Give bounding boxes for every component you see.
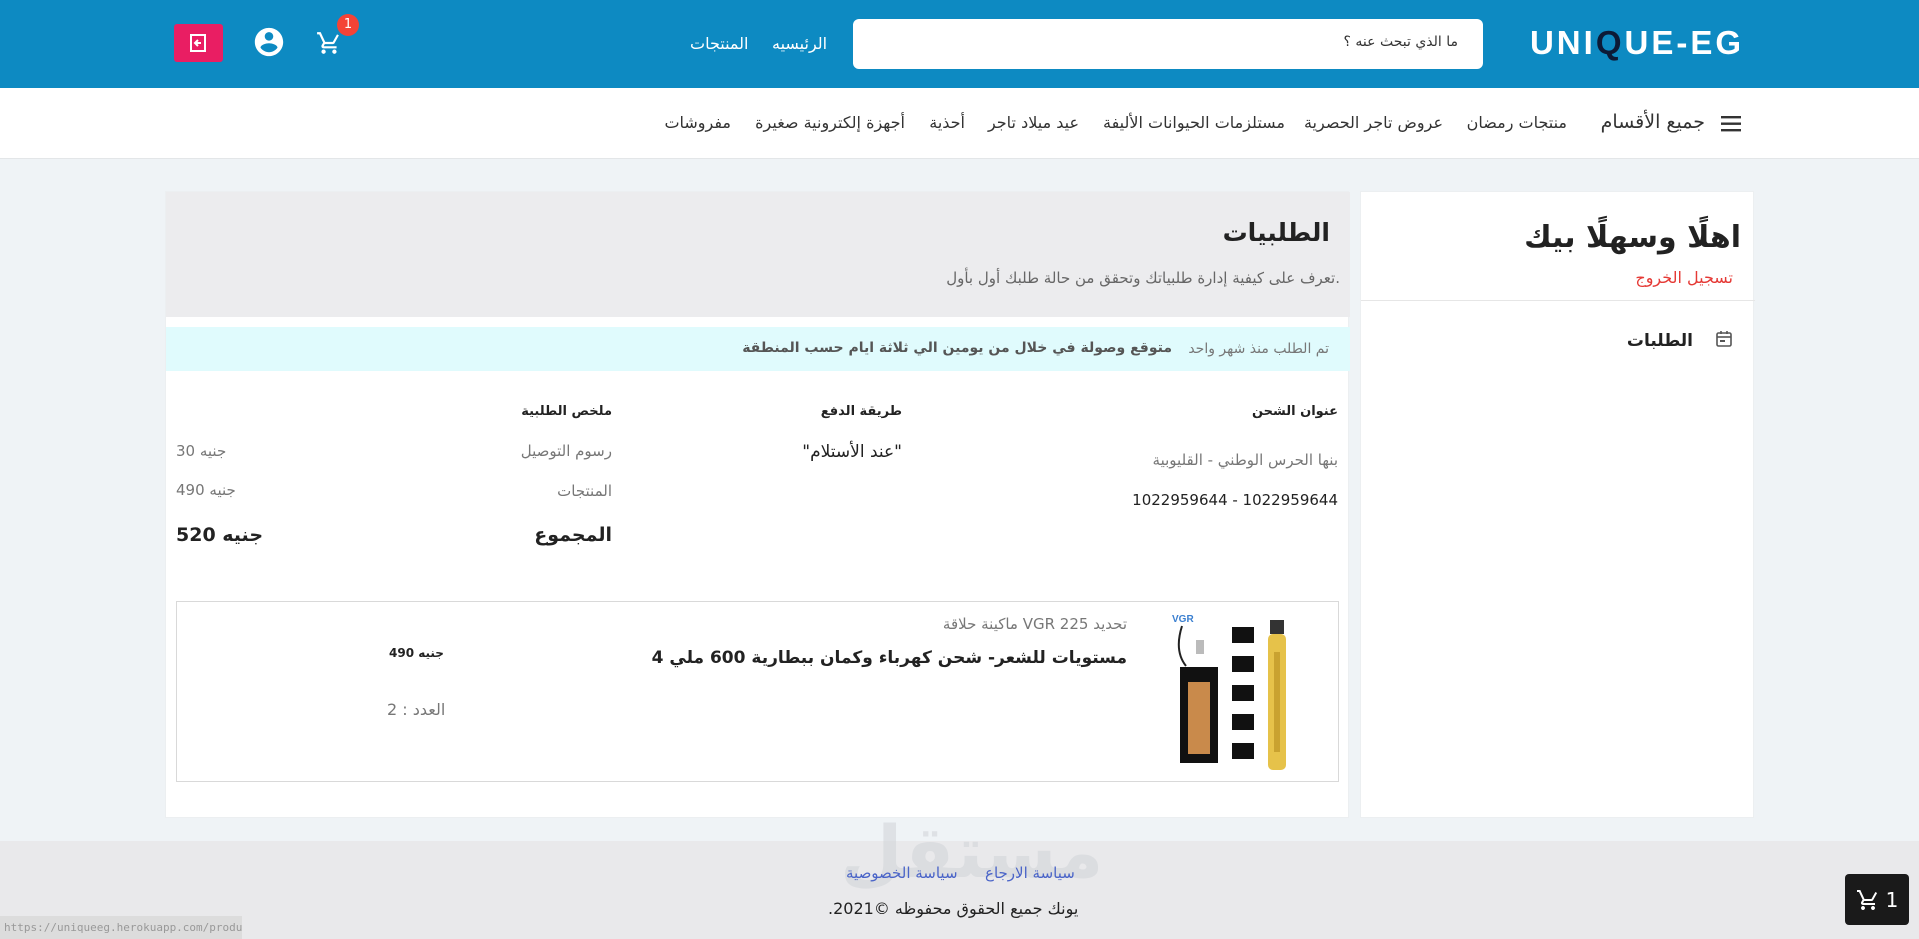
category-shoes[interactable]: أحذية — [929, 113, 965, 132]
logout-button[interactable] — [174, 24, 223, 62]
order-status-banner: تم الطلب منذ شهر واحد متوقع وصولة في خلا… — [166, 327, 1350, 371]
orders-panel: الطلبيات تعرف على كيفية إدارة طلبياتك وت… — [165, 191, 1350, 818]
cart-button[interactable] — [316, 30, 342, 60]
return-policy-link[interactable]: سياسة الارجاع — [985, 864, 1075, 882]
account-circle-icon — [254, 27, 284, 57]
nav-products-link[interactable]: المنتجات — [690, 34, 749, 53]
category-tajer-offers[interactable]: عروض تاجر الحصرية — [1304, 113, 1443, 132]
category-furnishings[interactable]: مفروشات — [664, 113, 731, 132]
category-birthday[interactable]: عيد ميلاد تاجر — [988, 113, 1079, 132]
product-image[interactable]: VGR — [1170, 612, 1310, 772]
products-value: 490 جنيه — [176, 481, 236, 499]
nav-home-link[interactable]: الرئيسيه — [772, 34, 827, 53]
category-electronics[interactable]: أجهزة إلكترونية صغيرة — [755, 113, 905, 132]
menu-button[interactable] — [1721, 115, 1743, 137]
shipping-address: بنها الحرس الوطني - القليوبية — [1152, 451, 1338, 469]
status-bar-url: https://uniqueeg.herokuapp.com/products — [0, 916, 242, 939]
shipping-label: عنوان الشحن — [1251, 404, 1338, 419]
search-input[interactable]: ما الذي تبحث عنه ؟ — [853, 19, 1483, 69]
account-sidebar: اهلًا وسهلًا بيك تسجيل الخروج الطلبات — [1360, 191, 1755, 818]
top-navbar: UNIQUE-EG ما الذي تبحث عنه ؟ الرئيسيه ال… — [0, 0, 1919, 88]
calendar-icon — [1715, 330, 1733, 352]
hamburger-icon — [1721, 116, 1741, 132]
account-button[interactable] — [252, 25, 286, 63]
category-all[interactable]: جميع الأقسام — [1601, 111, 1705, 133]
sidebar-item-orders[interactable]: الطلبات — [1627, 331, 1693, 351]
category-pets[interactable]: مستلزمات الحيوانات الأليفة — [1103, 113, 1285, 132]
order-date: تم الطلب منذ شهر واحد — [1188, 341, 1329, 357]
search-placeholder: ما الذي تبحث عنه ؟ — [1343, 34, 1458, 50]
total-value: 520 جنيه — [176, 524, 264, 546]
total-label: المجموع — [534, 524, 612, 546]
payment-label: طريقة الدفع — [820, 404, 902, 419]
cart-icon — [317, 32, 339, 54]
product-brand-text: VGR — [1172, 614, 1194, 625]
product-name[interactable]: 4 مستويات للشعر- شحن كهرباء وكمان ببطاري… — [652, 648, 1127, 668]
delivery-fee-value: 30 جنيه — [176, 442, 227, 460]
logout-icon — [189, 34, 206, 52]
payment-method: "عند الأستلام" — [802, 442, 902, 462]
delivery-fee-label: رسوم التوصيل — [520, 442, 612, 460]
delivery-eta: متوقع وصولة في خلال من يومين الي ثلاثة ا… — [742, 340, 1172, 356]
logout-link[interactable]: تسجيل الخروج — [1635, 268, 1733, 287]
shipping-phone: 1022959644 - 1022959644 — [1132, 491, 1338, 509]
floating-cart-button[interactable]: 1 — [1845, 874, 1909, 925]
page-subtitle: تعرف على كيفية إدارة طلبياتك وتحقق من حا… — [946, 269, 1340, 287]
cart-count-badge: 1 — [337, 14, 359, 36]
page-title: الطلبيات — [1222, 218, 1330, 247]
product-price: 490 جنيه — [389, 646, 444, 660]
product-quantity: العدد : 2 — [387, 700, 446, 719]
privacy-policy-link[interactable]: سياسة الخصوصية — [846, 864, 958, 882]
summary-label: ملخص الطلبية — [521, 404, 612, 419]
category-ramadan[interactable]: منتجات رمضان — [1467, 113, 1567, 132]
cart-icon — [1856, 889, 1877, 910]
site-logo[interactable]: UNIQUE-EG — [1530, 24, 1744, 62]
copyright-text: .يونك جميع الحقوق محفوظه ©2021 — [828, 899, 1079, 918]
category-bar: جميع الأقسام منتجات رمضان عروض تاجر الحص… — [0, 88, 1919, 159]
welcome-heading: اهلًا وسهلًا بيك — [1524, 220, 1741, 255]
divider — [1361, 300, 1755, 301]
order-item: VGR ماكينة حلاقة VGR 225 تحديد 4 مستويات… — [176, 601, 1339, 782]
floating-cart-count: 1 — [1885, 887, 1899, 912]
orders-header: الطلبيات تعرف على كيفية إدارة طلبياتك وت… — [166, 192, 1350, 317]
products-label: المنتجات — [557, 482, 612, 500]
product-subtitle: ماكينة حلاقة VGR 225 تحديد — [942, 615, 1127, 633]
